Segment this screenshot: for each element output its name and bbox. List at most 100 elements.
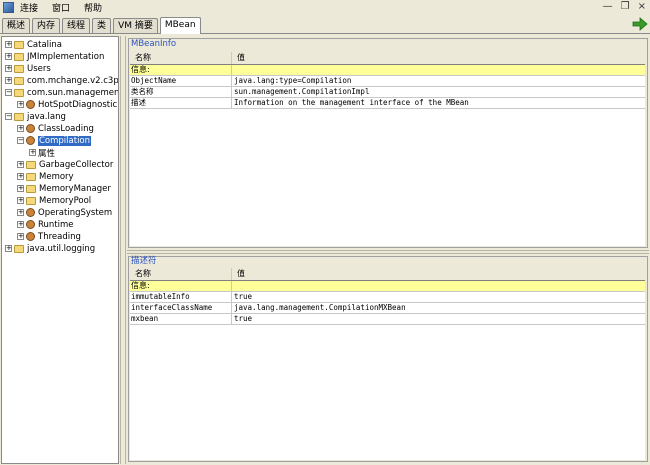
descriptor-title: 描述符	[131, 256, 157, 266]
collapse-icon[interactable]: −	[5, 113, 12, 120]
tree-node[interactable]: + Runtime	[17, 219, 74, 230]
tree-node[interactable]: + com.mchange.v2.c3p0	[5, 75, 119, 86]
tab-memory[interactable]: 内存	[32, 18, 61, 33]
tab-vm-summary[interactable]: VM 摘要	[113, 18, 158, 33]
vertical-split-divider[interactable]	[127, 250, 649, 254]
bean-icon	[26, 124, 35, 133]
tree-node[interactable]: + MemoryPool	[17, 195, 91, 206]
tree-node[interactable]: + Catalina	[5, 39, 62, 50]
menu-help[interactable]: 帮助	[84, 1, 102, 14]
tree-node-label: HotSpotDiagnostic	[38, 99, 118, 110]
app-icon	[3, 1, 14, 13]
collapse-icon[interactable]: −	[5, 89, 12, 96]
tree-node[interactable]: + 属性	[29, 147, 55, 159]
tree-node[interactable]: + MemoryManager	[17, 183, 111, 194]
tree-node-label: MemoryManager	[39, 183, 111, 194]
collapse-icon[interactable]: −	[17, 137, 24, 144]
tree-node-label: Users	[27, 63, 51, 74]
table-header: 名称 值	[130, 268, 645, 281]
bean-icon	[26, 232, 35, 241]
minimize-button[interactable]: —	[603, 1, 613, 12]
column-header-name[interactable]: 名称	[130, 268, 232, 280]
expand-icon[interactable]: +	[5, 65, 12, 72]
folder-icon	[14, 112, 24, 121]
bean-icon	[26, 208, 35, 217]
expand-icon[interactable]: +	[5, 77, 12, 84]
table-header: 名称 值	[130, 52, 645, 65]
table-row[interactable]: 描述 Information on the management interfa…	[130, 98, 645, 109]
tree-node-label: GarbageCollector	[39, 159, 114, 170]
tab-overview[interactable]: 概述	[2, 18, 31, 33]
tree-node-label: Threading	[38, 231, 81, 242]
column-header-name[interactable]: 名称	[130, 52, 232, 64]
info-label: 信息:	[130, 65, 232, 75]
tree-node[interactable]: + Users	[5, 63, 51, 74]
close-button[interactable]: ×	[638, 1, 646, 12]
folder-icon	[26, 196, 36, 205]
expand-icon[interactable]: +	[17, 161, 24, 168]
expand-icon[interactable]: +	[17, 101, 24, 108]
tree-node[interactable]: − java.lang	[5, 111, 66, 122]
table-row[interactable]: interfaceClassName java.lang.management.…	[130, 303, 645, 314]
column-header-value[interactable]: 值	[232, 52, 645, 64]
menu-bar: 连接 窗口 帮助 — ❐ ×	[0, 0, 650, 14]
tree-node[interactable]: − Compilation	[17, 135, 92, 146]
info-label: 信息:	[130, 281, 232, 291]
restore-button[interactable]: ❐	[621, 1, 630, 12]
tree-node-label: com.mchange.v2.c3p0	[27, 75, 119, 86]
expand-icon[interactable]: +	[17, 221, 24, 228]
tree-node[interactable]: + Memory	[17, 171, 74, 182]
folder-icon	[14, 40, 24, 49]
folder-icon	[14, 76, 24, 85]
expand-icon[interactable]: +	[5, 41, 12, 48]
tree-node[interactable]: + java.util.logging	[5, 243, 95, 254]
table-row[interactable]: ObjectName java.lang:type=Compilation	[130, 76, 645, 87]
expand-icon[interactable]: +	[17, 197, 24, 204]
menu-window[interactable]: 窗口	[52, 1, 70, 14]
table-row[interactable]: mxbean true	[130, 314, 645, 325]
tree-node[interactable]: + Threading	[17, 231, 81, 242]
expand-icon[interactable]: +	[17, 209, 24, 216]
connect-arrow-icon[interactable]	[632, 17, 648, 31]
mbeaninfo-title: MBeanInfo	[131, 39, 177, 49]
expand-icon[interactable]: +	[5, 53, 12, 60]
table-row[interactable]: 类名称 sun.management.CompilationImpl	[130, 87, 645, 98]
tree-node[interactable]: + OperatingSystem	[17, 207, 112, 218]
mbean-tree[interactable]: + Catalina + JMImplementation + Users + com.mch…	[1, 36, 119, 464]
tree-node-label: java.util.logging	[27, 243, 96, 254]
tree-node-label: Compilation	[38, 135, 92, 146]
expand-icon[interactable]: +	[5, 245, 12, 252]
bean-icon	[26, 136, 35, 145]
expand-icon[interactable]: +	[29, 149, 36, 156]
tree-node-label: JMImplementation	[27, 51, 105, 62]
tree-node-label: java.lang	[27, 111, 66, 122]
info-row[interactable]: 信息:	[130, 65, 645, 76]
expand-icon[interactable]: +	[17, 233, 24, 240]
folder-icon	[26, 184, 36, 193]
descriptor-table: 名称 值 信息: immutableInfo true interfaceCla…	[130, 268, 645, 460]
tab-classes[interactable]: 类	[92, 18, 112, 33]
expand-icon[interactable]: +	[17, 125, 24, 132]
column-header-value[interactable]: 值	[232, 268, 645, 280]
tab-threads[interactable]: 线程	[62, 18, 91, 33]
folder-icon	[14, 244, 24, 253]
tab-bar: 概述 内存 线程 类 VM 摘要 MBean	[0, 16, 650, 34]
tree-node[interactable]: + JMImplementation	[5, 51, 104, 62]
tree-node[interactable]: − com.sun.management	[5, 87, 118, 98]
expand-icon[interactable]: +	[17, 185, 24, 192]
split-pane-divider[interactable]	[120, 36, 126, 464]
info-row[interactable]: 信息:	[130, 281, 645, 292]
table-row[interactable]: immutableInfo true	[130, 292, 645, 303]
tab-mbean[interactable]: MBean	[159, 17, 201, 34]
tree-node-label: Catalina	[27, 39, 63, 50]
tree-node[interactable]: + ClassLoading	[17, 123, 94, 134]
tree-node-label: ClassLoading	[38, 123, 94, 134]
expand-icon[interactable]: +	[17, 173, 24, 180]
tree-node[interactable]: + HotSpotDiagnostic	[17, 99, 117, 110]
menu-connection[interactable]: 连接	[20, 1, 38, 14]
tree-node[interactable]: + GarbageCollector	[17, 159, 113, 170]
tree-node-label: MemoryPool	[39, 195, 92, 206]
folder-icon	[14, 88, 24, 97]
bean-icon	[26, 220, 35, 229]
bean-icon	[26, 100, 35, 109]
